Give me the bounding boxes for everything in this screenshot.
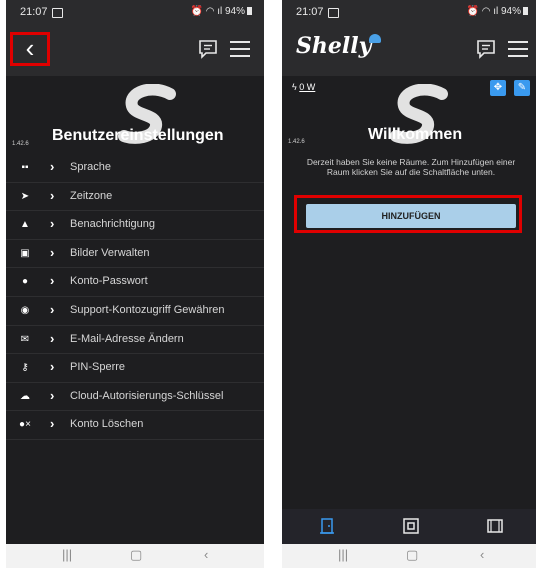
status-bar: 21:07 ⏰ ◠ ıl 94% (282, 0, 536, 26)
user-remove-icon: ●× (19, 419, 31, 431)
settings-item-language[interactable]: ▪▪ › Sprache (6, 154, 264, 183)
page-title: Benutzereinstellungen (52, 127, 224, 144)
wifi-icon: ◠ (205, 6, 215, 17)
chevron-right-icon: › (50, 244, 55, 260)
signal-icon: ıl (217, 6, 223, 17)
menu-icon[interactable] (230, 41, 250, 57)
battery-icon (247, 7, 252, 15)
settings-item-pin-lock[interactable]: ⚷ › PIN-Sperre (6, 354, 264, 383)
system-nav-bar: ||| ▢ ‹ (282, 544, 536, 568)
settings-screen: 21:07 ⏰ ◠ ıl 94% ‹ 1.42.6 Benutzereinste… (6, 0, 264, 568)
gallery-icon (52, 8, 63, 18)
settings-item-label: Support-Kontozugriff Gewähren (70, 303, 225, 316)
image-icon: ▣ (20, 247, 30, 259)
wifi-icon: ◠ (481, 6, 491, 17)
settings-item-support-access[interactable]: ◉ › Support-Kontozugriff Gewähren (6, 297, 264, 326)
settings-item-label: E-Mail-Adresse Ändern (70, 332, 184, 345)
add-room-button[interactable]: HINZUFÜGEN (306, 204, 516, 228)
chevron-right-icon: › (50, 387, 55, 403)
battery-level: 94% (224, 6, 245, 17)
welcome-screen: 21:07 ⏰ ◠ ıl 94% Shelly ϟ 0 W ✥ ✎ 1.42.6 (282, 0, 536, 568)
settings-item-cloud-key[interactable]: ☁ › Cloud-Autorisierungs-Schlüssel (6, 383, 264, 412)
home-icon[interactable]: ▢ (130, 547, 142, 563)
settings-item-label: Bilder Verwalten (70, 246, 150, 259)
edit-icon: ✎ (517, 82, 527, 93)
battery-level: 94% (500, 6, 521, 17)
home-icon[interactable]: ▢ (406, 547, 418, 563)
settings-item-password[interactable]: ● › Konto-Passwort (6, 268, 264, 297)
status-bar: 21:07 ⏰ ◠ ıl 94% (6, 0, 264, 26)
edit-button[interactable]: ✎ (514, 80, 530, 96)
chevron-right-icon: › (50, 187, 55, 203)
back-button[interactable]: ‹ (10, 32, 50, 66)
translate-icon: ▪▪ (21, 162, 29, 173)
no-rooms-message: Derzeit haben Sie keine Räume. Zum Hinzu… (306, 157, 516, 177)
support-icon: ◉ (20, 304, 30, 316)
settings-item-images[interactable]: ▣ › Bilder Verwalten (6, 240, 264, 269)
settings-item-email[interactable]: ✉ › E-Mail-Adresse Ändern (6, 326, 264, 355)
system-back-icon[interactable]: ‹ (480, 547, 484, 562)
settings-item-timezone[interactable]: ➤ › Zeitzone (6, 183, 264, 212)
tab-rooms-door-icon[interactable] (318, 517, 336, 535)
bottom-tab-bar (282, 509, 536, 544)
recent-apps-icon[interactable]: ||| (62, 547, 72, 562)
chevron-right-icon: › (50, 301, 55, 317)
shelly-logo: Shelly (296, 33, 372, 59)
tab-scenes-film-icon[interactable] (486, 517, 504, 535)
system-nav-bar: ||| ▢ ‹ (6, 544, 264, 568)
settings-item-label: Zeitzone (70, 189, 113, 202)
status-indicators: ⏰ ◠ ıl 94% (466, 6, 528, 17)
signal-icon: ıl (493, 6, 499, 17)
alarm-icon: ⏰ (190, 6, 203, 17)
menu-icon[interactable] (508, 41, 528, 57)
cloud-status-icon (369, 34, 381, 43)
settings-item-label: Konto-Passwort (70, 275, 148, 288)
settings-item-label: Benachrichtigung (70, 218, 156, 231)
settings-list: ▪▪ › Sprache ➤ › Zeitzone ▲ › Benachrich… (6, 154, 264, 440)
chevron-right-icon: › (50, 359, 55, 375)
status-time: 21:07 (296, 6, 324, 18)
cloud-icon: ☁ (20, 390, 30, 402)
user-icon: ● (21, 276, 29, 288)
move-button[interactable]: ✥ (490, 80, 506, 96)
status-time: 21:07 (20, 6, 48, 18)
chevron-right-icon: › (50, 159, 55, 174)
settings-item-notification[interactable]: ▲ › Benachrichtigung (6, 211, 264, 240)
version-label: 1.42.6 (12, 141, 29, 147)
settings-item-label: Konto Löschen (70, 418, 144, 431)
location-arrow-icon: ➤ (20, 190, 30, 202)
status-indicators: ⏰ ◠ ıl 94% (190, 6, 252, 17)
battery-icon (523, 7, 528, 15)
page-title: Willkommen (368, 126, 463, 143)
key-icon: ⚷ (21, 362, 29, 374)
system-back-icon[interactable]: ‹ (204, 547, 208, 562)
chevron-left-icon: ‹ (25, 33, 35, 63)
move-arrows-icon: ✥ (493, 82, 503, 93)
version-label: 1.42.6 (288, 139, 305, 145)
bell-icon: ▲ (20, 219, 30, 231)
settings-item-label: Cloud-Autorisierungs-Schlüssel (70, 389, 224, 402)
lightning-icon: ϟ (292, 82, 297, 92)
power-consumption[interactable]: ϟ 0 W (292, 82, 315, 92)
chevron-right-icon: › (50, 216, 55, 232)
app-bar: ‹ (6, 26, 264, 76)
chevron-right-icon: › (50, 416, 55, 432)
power-value: 0 W (299, 82, 316, 92)
settings-item-delete-account[interactable]: ●× › Konto Löschen (6, 411, 264, 440)
chevron-right-icon: › (50, 273, 55, 289)
chevron-right-icon: › (50, 330, 55, 346)
settings-item-label: PIN-Sperre (70, 361, 126, 374)
settings-item-label: Sprache (70, 161, 111, 173)
envelope-icon: ✉ (20, 333, 30, 345)
chat-icon[interactable] (476, 39, 496, 59)
tab-devices-icon[interactable] (402, 517, 420, 535)
recent-apps-icon[interactable]: ||| (338, 547, 348, 562)
add-button-highlight: HINZUFÜGEN (294, 195, 522, 233)
gallery-icon (328, 8, 339, 18)
alarm-icon: ⏰ (466, 6, 479, 17)
chat-icon[interactable] (198, 39, 218, 59)
